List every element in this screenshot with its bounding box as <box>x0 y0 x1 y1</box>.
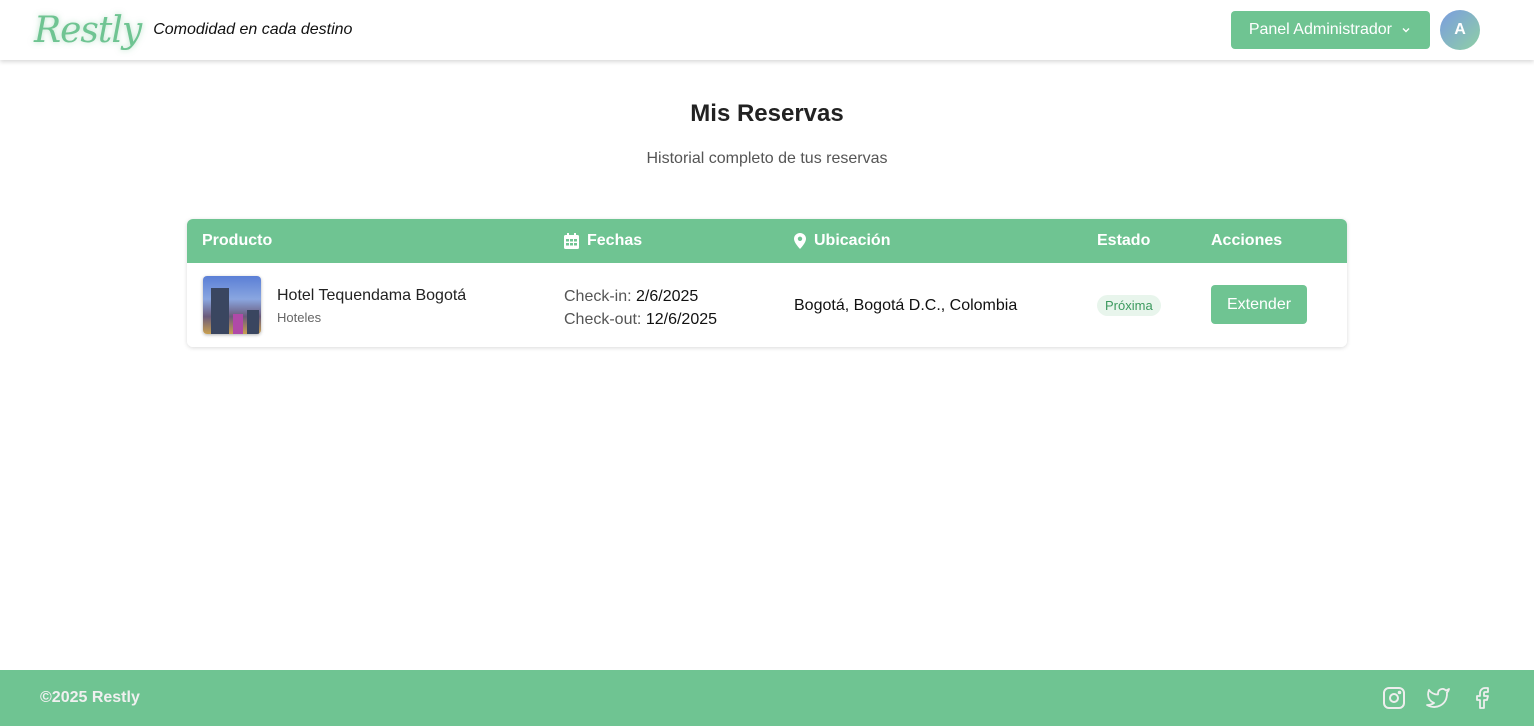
twitter-icon[interactable] <box>1426 686 1450 710</box>
top-bar: Restly Comodidad en cada destino Panel A… <box>0 0 1534 60</box>
column-acciones: Acciones <box>1211 232 1283 249</box>
column-estado: Estado <box>1097 232 1151 249</box>
extend-button[interactable]: Extender <box>1211 285 1308 324</box>
copyright: ©2025 Restly <box>40 689 140 706</box>
reservation-dates: Check-in: 2/6/2025 Check-out: 12/6/2025 <box>564 285 717 331</box>
map-pin-icon <box>794 233 806 249</box>
column-producto: Producto <box>202 232 273 249</box>
calendar-icon <box>564 233 579 249</box>
facebook-icon[interactable] <box>1470 686 1494 710</box>
checkin-label: Check-in: <box>564 288 632 305</box>
footer: ©2025 Restly <box>0 670 1534 726</box>
checkout-date: 12/6/2025 <box>645 311 718 328</box>
reservations-table: Producto Fechas Ubicación Estado Accione… <box>187 219 1347 347</box>
instagram-icon[interactable] <box>1382 686 1406 710</box>
admin-panel-label: Panel Administrador <box>1248 21 1392 38</box>
tagline: Comodidad en cada destino <box>153 21 353 38</box>
admin-panel-button[interactable]: Panel Administrador <box>1230 11 1430 49</box>
chevron-down-icon <box>1402 28 1410 33</box>
location: Bogotá, Bogotá D.C., Colombia <box>794 297 1018 314</box>
table-row: Hotel Tequendama Bogotá Hoteles Check-in… <box>187 263 1347 347</box>
checkin-date: 2/6/2025 <box>636 288 699 305</box>
status-badge: Próxima <box>1097 295 1161 316</box>
column-ubicacion: Ubicación <box>794 232 890 250</box>
product-name[interactable]: Hotel Tequendama Bogotá <box>277 287 466 305</box>
page-title: Mis Reservas <box>690 100 844 127</box>
avatar[interactable]: A <box>1440 10 1480 50</box>
table-header: Producto Fechas Ubicación Estado Accione… <box>187 219 1347 263</box>
checkout-label: Check-out: <box>564 311 642 328</box>
logo[interactable]: Restly <box>34 10 142 51</box>
product-image[interactable] <box>203 276 261 334</box>
page-subtitle: Historial completo de tus reservas <box>646 150 888 167</box>
product-category: Hoteles <box>277 310 322 325</box>
column-fechas: Fechas <box>564 232 642 250</box>
